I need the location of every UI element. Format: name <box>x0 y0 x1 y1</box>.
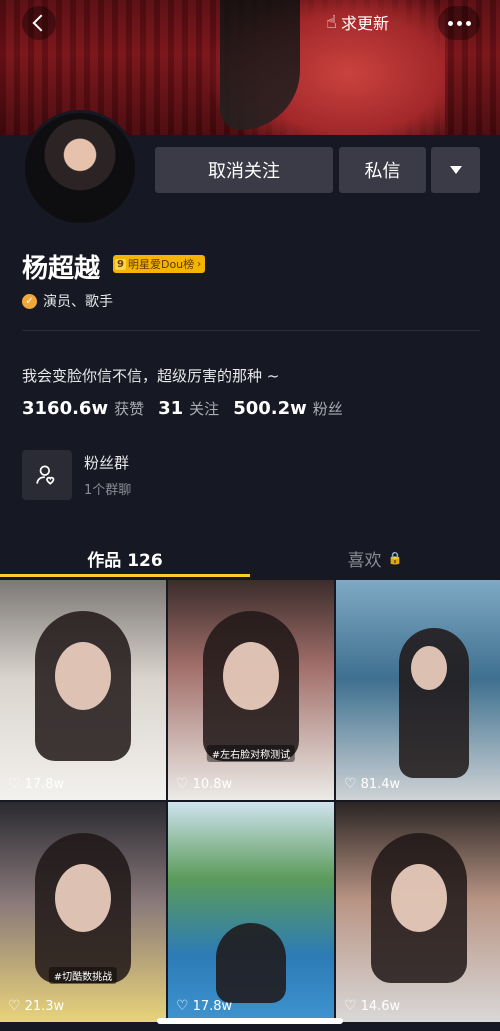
tab-likes[interactable]: 喜欢 🔒 <box>250 538 500 578</box>
heart-icon: ♡ <box>8 776 21 792</box>
request-update-label: 求更新 <box>340 14 389 33</box>
stat-value: 31 <box>158 398 184 419</box>
video-like-count: ♡ 10.8w <box>176 776 232 792</box>
heart-icon: ♡ <box>344 998 357 1014</box>
like-count-text: 17.8w <box>24 776 65 792</box>
video-thumbnail[interactable]: ♡ 14.6w <box>336 802 500 1022</box>
profile-name: 杨超越 <box>22 254 101 284</box>
stat-likes[interactable]: 3160.6w 获赞 <box>22 398 144 419</box>
rank-badge[interactable]: 9 明星爱Dou榜 › <box>113 255 206 273</box>
thumbnail-face <box>55 863 111 932</box>
heart-icon: ♡ <box>344 776 357 792</box>
request-update-button[interactable]: ☝ 求更新 <box>320 6 399 38</box>
stat-value: 3160.6w <box>22 398 109 419</box>
rank-number: 9 <box>115 258 126 270</box>
caret-down-icon <box>449 166 462 174</box>
stat-label: 关注 <box>189 400 220 418</box>
more-dot-icon <box>447 20 453 26</box>
dropdown-button[interactable] <box>431 147 480 193</box>
verification-text: 演员、歌手 <box>43 294 113 310</box>
message-button[interactable]: 私信 <box>339 147 426 193</box>
back-button[interactable] <box>22 6 56 40</box>
rank-label: 明星爱Dou榜 <box>127 258 195 271</box>
more-dot-icon <box>465 20 471 26</box>
content-tabs: 作品 126 喜欢 🔒 <box>0 538 500 578</box>
like-count-text: 81.4w <box>360 776 401 792</box>
video-like-count: ♡ 14.6w <box>344 998 400 1014</box>
chevron-left-icon <box>32 14 50 32</box>
video-thumbnail[interactable]: ♡ 17.8w <box>168 802 334 1022</box>
more-dot-icon <box>456 20 462 26</box>
fans-group-text: 粉丝群 1个群聊 <box>84 452 131 498</box>
stats-row: 3160.6w 获赞 31 关注 500.2w 粉丝 <box>22 398 343 419</box>
heart-icon: ♡ <box>176 998 189 1014</box>
video-grid: ♡ 17.8w #左右脸对称测试 ♡ 10.8w ♡ 81.4w #切酷数挑战 … <box>0 580 500 1022</box>
stat-followers[interactable]: 500.2w 粉丝 <box>233 398 343 419</box>
video-thumbnail[interactable]: ♡ 17.8w <box>0 580 166 800</box>
verification-row: ✓ 演员、歌手 <box>22 291 113 311</box>
active-tab-indicator <box>0 574 250 577</box>
heart-icon: ♡ <box>176 776 189 792</box>
stat-value: 500.2w <box>233 398 307 419</box>
thumbnail-face <box>391 863 447 932</box>
video-thumbnail[interactable]: ♡ 81.4w <box>336 580 500 800</box>
thumbnail-face <box>55 641 111 710</box>
thumbnail-face <box>411 646 447 690</box>
stat-label: 获赞 <box>114 400 145 418</box>
group-chat-icon <box>22 450 72 500</box>
video-like-count: ♡ 21.3w <box>8 998 64 1014</box>
video-hashtag-sticker: #左右脸对称测试 <box>206 745 296 762</box>
avatar[interactable] <box>22 110 138 226</box>
video-like-count: ♡ 17.8w <box>176 998 232 1014</box>
heart-icon: ♡ <box>8 998 21 1014</box>
tab-works[interactable]: 作品 126 <box>0 538 250 578</box>
video-thumbnail[interactable]: #切酷数挑战 ♡ 21.3w <box>0 802 166 1022</box>
lock-icon: 🔒 <box>387 551 403 565</box>
more-options-button[interactable] <box>438 6 480 40</box>
stat-label: 粉丝 <box>312 400 343 418</box>
home-indicator[interactable] <box>157 1018 343 1024</box>
video-like-count: ♡ 81.4w <box>344 776 400 792</box>
video-like-count: ♡ 17.8w <box>8 776 64 792</box>
divider <box>22 330 480 331</box>
tab-likes-label: 喜欢 <box>347 550 382 571</box>
like-count-text: 17.8w <box>192 998 233 1014</box>
fans-group-subtitle: 1个群聊 <box>84 483 132 498</box>
chevron-right-icon: › <box>197 258 202 270</box>
video-thumbnail[interactable]: #左右脸对称测试 ♡ 10.8w <box>168 580 334 800</box>
like-count-text: 10.8w <box>192 776 233 792</box>
video-hashtag-sticker: #切酷数挑战 <box>48 967 118 984</box>
stat-following[interactable]: 31 关注 <box>158 398 219 419</box>
like-count-text: 14.6w <box>360 998 401 1014</box>
verified-check-icon: ✓ <box>22 293 37 309</box>
thumbnail-face <box>223 641 279 710</box>
thumb-icon: ☝ <box>326 11 337 33</box>
unfollow-button[interactable]: 取消关注 <box>155 147 333 193</box>
like-count-text: 21.3w <box>24 998 65 1014</box>
thumbnail-figure <box>216 923 286 1003</box>
fans-group-entry[interactable]: 粉丝群 1个群聊 <box>22 450 131 500</box>
fans-group-title: 粉丝群 <box>84 454 130 472</box>
profile-bio: 我会变脸你信不信，超级厉害的那种 ~ <box>22 367 280 385</box>
